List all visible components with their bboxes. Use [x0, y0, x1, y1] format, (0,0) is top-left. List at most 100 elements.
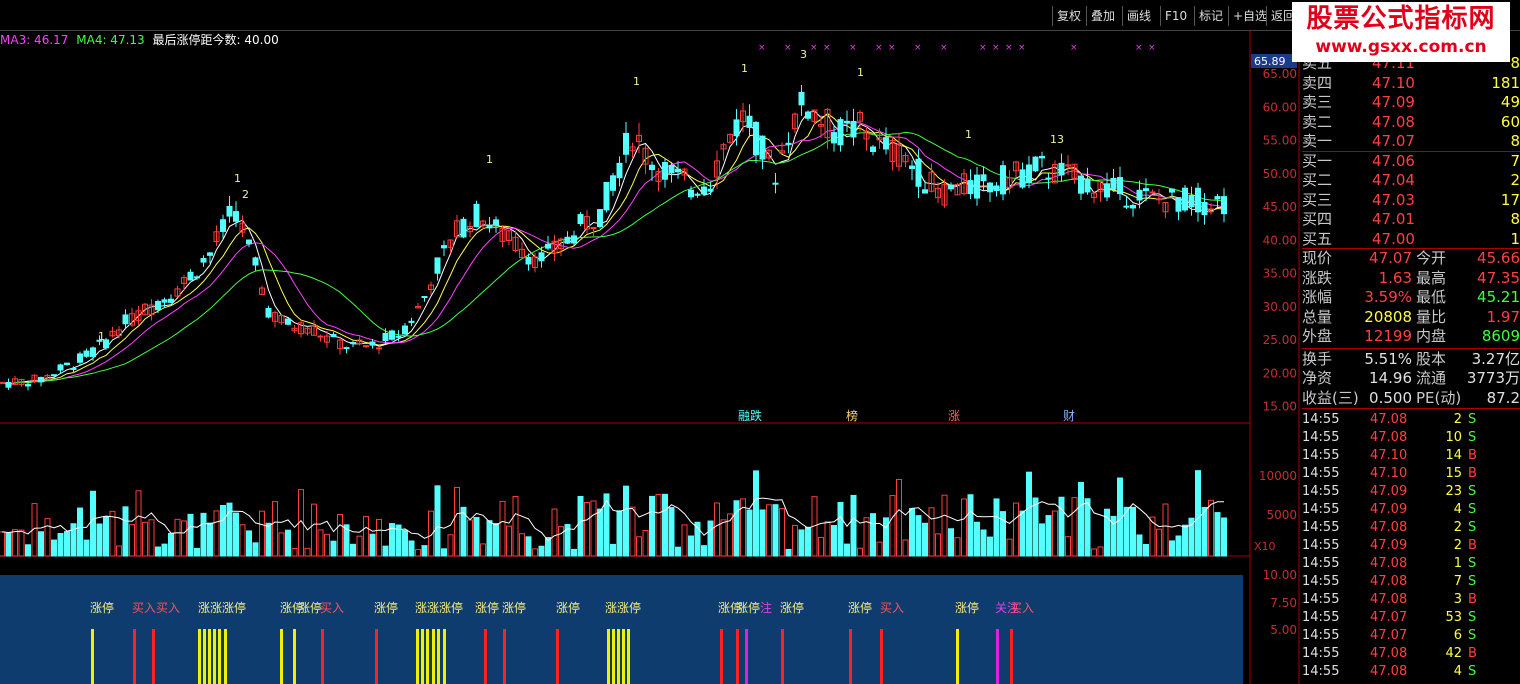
tick-price: 47.08: [1370, 520, 1408, 535]
candle-body: [772, 182, 779, 185]
candle-body: [122, 314, 129, 325]
volume-bar: [753, 470, 759, 557]
signal-label: 涨停: [502, 600, 526, 615]
tick-price: 47.09: [1370, 538, 1408, 553]
volume-bar: [850, 494, 857, 557]
price-tick-label: 65.00: [1263, 67, 1297, 81]
signal-label: 涨停: [475, 600, 499, 615]
signal-bar: [280, 629, 283, 684]
volume-bar: [233, 512, 239, 557]
tick-side: S: [1468, 502, 1477, 517]
tick-time: 14:55: [1302, 538, 1340, 553]
stat-label: 最高: [1416, 268, 1447, 287]
tick-price: 47.07: [1370, 628, 1408, 643]
volume-bar: [350, 543, 356, 557]
candle-body: [265, 307, 272, 318]
watermark-url: www.gsxx.com.cn: [1315, 37, 1487, 57]
volume-bar: [83, 539, 90, 557]
tick-volume: 53: [1445, 610, 1462, 625]
price-tick-label: 50.00: [1263, 167, 1297, 181]
volume-bar: [239, 524, 246, 557]
ask-label: 卖二: [1302, 112, 1333, 131]
volume-bar: [103, 516, 109, 557]
pattern-marker: ×: [992, 43, 1000, 53]
signal-bar: [607, 629, 610, 684]
fundamental-value: 87.2: [1486, 388, 1520, 407]
signal-label: 涨涨涨停: [415, 600, 463, 615]
volume-bar: [0, 531, 5, 557]
ask-row: 卖四 47.10 181: [1302, 74, 1520, 93]
volume-bar: [1058, 496, 1065, 557]
tick-row: 14:55 47.08 2 S: [1302, 519, 1520, 537]
tick-price: 47.08: [1370, 574, 1408, 589]
volume-bar: [1175, 535, 1182, 557]
signal-label: 买入买入: [132, 601, 180, 615]
bid-label: 买一: [1302, 151, 1333, 170]
volume-bar: [486, 520, 493, 557]
volume-bar: [623, 485, 629, 557]
tick-row: 14:55 47.08 1 S: [1302, 555, 1520, 573]
signal-bar: [720, 629, 723, 684]
signal-bar: [375, 629, 378, 684]
pattern-marker: ×: [810, 43, 818, 53]
signal-bar: [622, 629, 625, 684]
candle-body: [1182, 187, 1188, 211]
ma6-line: [1, 112, 1225, 386]
volume-bar: [896, 478, 902, 557]
candle-body: [993, 185, 1000, 191]
volume-bar: [1201, 506, 1208, 557]
volume-bar: [259, 510, 265, 557]
ask-volume: 8: [1510, 54, 1520, 72]
candle-body: [1195, 187, 1201, 213]
candle-body: [402, 325, 408, 335]
volume-bar: [369, 533, 376, 557]
tick-row: 14:55 47.07 53 S: [1302, 609, 1520, 627]
candle-body: [688, 189, 694, 198]
candle-body: [798, 91, 805, 106]
event-marker: 财: [1063, 409, 1075, 423]
volume-bar: [571, 548, 577, 557]
volume-bar: [525, 536, 532, 557]
candle-body: [363, 345, 369, 348]
candle-body: [1175, 197, 1182, 212]
volume-bar: [1045, 515, 1052, 557]
candle-body: [408, 320, 415, 323]
ask-volume: 8: [1510, 132, 1520, 150]
volume-bar: [805, 526, 811, 557]
volume-bar: [616, 510, 623, 557]
candle-body: [233, 211, 239, 222]
candle-body: [369, 341, 376, 346]
candle-body: [538, 252, 545, 262]
candle-body: [1143, 188, 1149, 192]
candle-body: [350, 341, 356, 345]
volume-bar: [304, 547, 311, 557]
tick-row: 14:55 47.08 42 B: [1302, 645, 1520, 663]
candle-body: [486, 224, 493, 229]
kline-chart[interactable]: × × × × × × × × × × × × × × × ×112111311 13 涨停 买入买入 涨涨涨停 涨停…: [0, 0, 1300, 684]
candle-body: [25, 384, 31, 387]
volume-bar: [363, 516, 369, 557]
count-label: 3: [800, 48, 807, 61]
volume-bar: [831, 525, 837, 557]
volume-bar: [987, 536, 993, 557]
volume-bar: [668, 507, 675, 557]
volume-bar: [649, 495, 655, 557]
candle-body: [746, 115, 753, 128]
tick-side: S: [1468, 520, 1477, 535]
volume-bar: [356, 535, 363, 557]
candle-body: [785, 142, 792, 145]
candle-body: [70, 367, 77, 370]
signal-bar: [224, 629, 227, 684]
volume-bar: [974, 521, 980, 557]
tick-price: 47.08: [1370, 412, 1408, 427]
price-tick-label: 40.00: [1263, 233, 1297, 247]
signal-label: 涨停: [556, 600, 580, 615]
volume-bar: [291, 547, 298, 557]
candle-body: [668, 164, 675, 174]
volume-bar: [161, 543, 168, 557]
candle-body: [77, 353, 83, 363]
bid-label: 买三: [1302, 190, 1333, 209]
volume-bar: [532, 548, 538, 557]
candle-body: [545, 243, 551, 249]
tick-price: 47.08: [1370, 430, 1408, 445]
